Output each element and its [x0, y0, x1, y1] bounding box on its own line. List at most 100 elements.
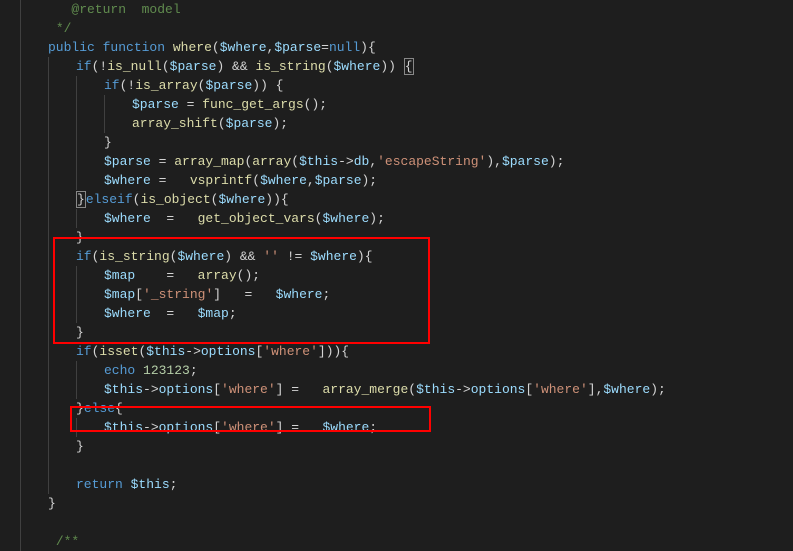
code-line: $map = array();: [20, 266, 793, 285]
code-line: $where = $map;: [20, 304, 793, 323]
code-line: */: [20, 19, 793, 38]
code-line: if(isset($this->options['where'])){: [20, 342, 793, 361]
code-line: echo 123123;: [20, 361, 793, 380]
string: 'where': [221, 382, 276, 397]
var: $where: [334, 59, 381, 74]
var-this: $this: [104, 382, 143, 397]
code-line: public function where($where,$parse=null…: [20, 38, 793, 57]
var: $where: [104, 173, 151, 188]
code-line: if(is_string($where) && '' != $where){: [20, 247, 793, 266]
code-line: $parse = func_get_args();: [20, 95, 793, 114]
fn-call: vsprintf: [190, 173, 252, 188]
keyword-if: if: [76, 344, 92, 359]
code-line: }: [20, 323, 793, 342]
comment: @return: [48, 2, 126, 17]
fn-call: is_null: [107, 59, 162, 74]
keyword-public: public: [48, 40, 95, 55]
keyword-if: if: [76, 249, 92, 264]
brace: }: [76, 439, 84, 454]
fn-call: get_object_vars: [198, 211, 315, 226]
code-editor: @return model */ public function where($…: [0, 0, 793, 551]
code-line: if(!is_null($parse) && is_string($where)…: [20, 57, 793, 76]
var: $where: [218, 192, 265, 207]
var: $where: [104, 211, 151, 226]
keyword-else: else: [84, 401, 115, 416]
fn-call: is_object: [140, 192, 210, 207]
code-line: if(!is_array($parse)) {: [20, 76, 793, 95]
const-null: null: [329, 40, 360, 55]
code-line: $map['_string'] = $where;: [20, 285, 793, 304]
var: $where: [276, 287, 323, 302]
code-line: }elseif(is_object($where)){: [20, 190, 793, 209]
comment: /**: [56, 534, 79, 549]
var: $where: [603, 382, 650, 397]
var: $parse: [205, 78, 252, 93]
fn-call: array_shift: [132, 116, 218, 131]
prop: options: [201, 344, 256, 359]
var-this: $this: [299, 154, 338, 169]
var: $where: [322, 420, 369, 435]
var: $map: [198, 306, 229, 321]
code-line: $where = vsprintf($where,$parse);: [20, 171, 793, 190]
fn-call: is_array: [135, 78, 197, 93]
fn-call: is_string: [255, 59, 325, 74]
code-line: array_shift($parse);: [20, 114, 793, 133]
code-line: }: [20, 228, 793, 247]
prop: options: [159, 420, 214, 435]
var-this: $this: [416, 382, 455, 397]
var: $map: [104, 268, 135, 283]
code-line: $parse = array_map(array($this->db,'esca…: [20, 152, 793, 171]
comment: */: [56, 21, 72, 36]
var: $where: [220, 40, 267, 55]
keyword-return: return: [76, 477, 123, 492]
keyword-function: function: [103, 40, 165, 55]
prop: db: [354, 154, 370, 169]
number: 123123: [143, 363, 190, 378]
keyword-if: if: [104, 78, 120, 93]
code-line: [20, 456, 793, 475]
keyword-if: if: [76, 59, 92, 74]
var: $parse: [104, 154, 151, 169]
fn-call: isset: [99, 344, 138, 359]
fn-call: array: [198, 268, 237, 283]
var-this: $this: [131, 477, 170, 492]
var: $parse: [170, 59, 217, 74]
var: $parse: [132, 97, 179, 112]
code-line: $this->options['where'] = array_merge($t…: [20, 380, 793, 399]
brace: }: [104, 135, 112, 150]
var: $where: [310, 249, 357, 264]
code-line: }: [20, 494, 793, 513]
fn-call: array_map: [174, 154, 244, 169]
var: $map: [104, 287, 135, 302]
var: $parse: [274, 40, 321, 55]
code-line: @return model: [20, 0, 793, 19]
prop: options: [471, 382, 526, 397]
var: $where: [177, 249, 224, 264]
fn-call: is_string: [99, 249, 169, 264]
fn-name: where: [173, 40, 212, 55]
fn-call: array_merge: [322, 382, 408, 397]
string: 'where': [221, 420, 276, 435]
prop: options: [159, 382, 214, 397]
code-line: [20, 513, 793, 532]
keyword-echo: echo: [104, 363, 135, 378]
var: $where: [104, 306, 151, 321]
code-line: $where = get_object_vars($where);: [20, 209, 793, 228]
code-line: }else{: [20, 399, 793, 418]
brace: }: [76, 230, 84, 245]
comment: model: [126, 2, 181, 17]
brace: }: [76, 325, 84, 340]
code-line: }: [20, 437, 793, 456]
string: 'escapeString': [377, 154, 486, 169]
var: $parse: [502, 154, 549, 169]
fn-call: array: [252, 154, 291, 169]
var-this: $this: [104, 420, 143, 435]
string: 'where': [533, 382, 588, 397]
string: '': [263, 249, 279, 264]
code-line: /**: [20, 532, 793, 551]
keyword-elseif: elseif: [86, 192, 133, 207]
var: $where: [322, 211, 369, 226]
string: 'where': [263, 344, 318, 359]
var: $parse: [315, 173, 362, 188]
var-this: $this: [146, 344, 185, 359]
